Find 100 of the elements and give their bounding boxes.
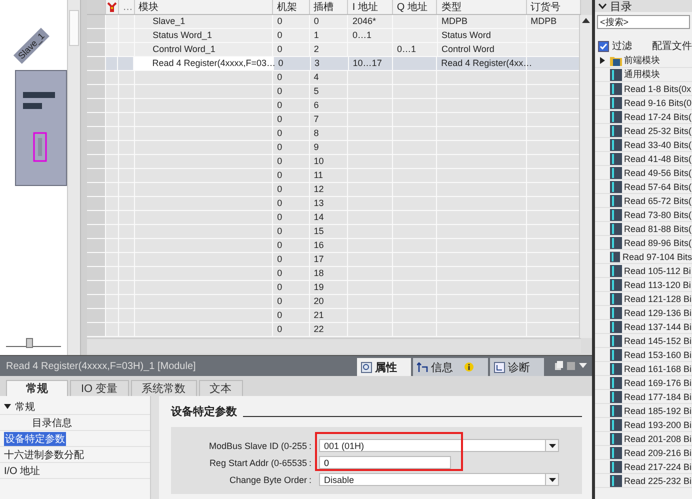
catalog-item[interactable]: Read 33-40 Bits( <box>595 138 692 152</box>
catalog-item[interactable]: Read 73-80 Bits( <box>595 208 692 222</box>
catalog-item[interactable]: Read 145-152 Bi <box>595 334 692 348</box>
table-row[interactable]: Status Word_1 0 1 0…1 Status Word <box>86 29 581 43</box>
input-field[interactable]: 0 <box>319 456 451 469</box>
expand-arrow-icon[interactable] <box>600 57 605 64</box>
table-row[interactable]: 0 17 <box>86 253 581 267</box>
catalog-item[interactable]: Read 217-224 Bi <box>595 460 692 474</box>
catalog-item[interactable]: Read 169-176 Bi <box>595 376 692 390</box>
catalog-item[interactable]: Read 89-96 Bits( <box>595 236 692 250</box>
catalog-item[interactable]: Read 41-48 Bits( <box>595 152 692 166</box>
nav-item[interactable]: 目录信息 <box>32 416 72 430</box>
catalog-item[interactable]: Read 97-104 Bits <box>595 250 692 264</box>
scroll-up-icon[interactable] <box>582 18 590 23</box>
view-tab[interactable]: 信息 <box>413 358 488 376</box>
catalog-item[interactable]: Read 17-24 Bits( <box>595 110 692 124</box>
table-row[interactable]: 0 8 <box>86 127 581 141</box>
column-header[interactable]: I 地址 <box>348 0 393 14</box>
table-row[interactable]: 0 7 <box>86 113 581 127</box>
catalog-item[interactable]: Read 57-64 Bits( <box>595 180 692 194</box>
table-row[interactable]: 0 6 <box>86 99 581 113</box>
tab[interactable]: IO 变量 <box>70 380 129 397</box>
catalog-item[interactable]: 前端模块 <box>595 54 692 68</box>
dropdown[interactable]: 001 (01H) <box>319 439 559 452</box>
table-row[interactable]: 0 22 <box>86 323 581 337</box>
table-row[interactable]: 0 16 <box>86 239 581 253</box>
view-tab[interactable]: 属性 <box>357 358 411 376</box>
table-row[interactable]: 0 13 <box>86 197 581 211</box>
catalog-item[interactable]: Read 105-112 Bi <box>595 264 692 278</box>
row-header[interactable] <box>86 0 106 14</box>
column-header[interactable]: 类型 <box>437 0 527 14</box>
nav-item[interactable]: 十六进制参数分配 <box>4 448 84 462</box>
window-controls-icon[interactable] <box>554 361 588 371</box>
table-cell: Slave_1 <box>134 15 274 28</box>
filter-checkbox[interactable] <box>598 40 609 52</box>
nav-item[interactable]: 设备特定参数 <box>4 432 66 446</box>
catalog-item[interactable]: Read 129-136 Bi <box>595 306 692 320</box>
catalog-item[interactable]: Read 193-200 Bi <box>595 418 692 432</box>
nav-item[interactable]: I/O 地址 <box>4 464 40 478</box>
table-row[interactable]: 0 18 <box>86 267 581 281</box>
catalog-item[interactable]: Read 209-216 Bi <box>595 446 692 460</box>
catalog-item[interactable]: Read 225-232 Bi <box>595 474 692 488</box>
table-row[interactable]: 0 5 <box>86 85 581 99</box>
catalog-item[interactable]: Read 185-192 Bi <box>595 404 692 418</box>
catalog-item[interactable]: Read 25-32 Bits( <box>595 124 692 138</box>
column-header[interactable]: … <box>118 0 135 14</box>
table-row[interactable]: 0 15 <box>86 225 581 239</box>
device-drawing[interactable] <box>15 70 67 186</box>
column-header[interactable]: 模块 <box>134 0 274 14</box>
table-row[interactable]: Read 4 Register(4xxxx,F=03… 0 3 10…17 Read 4 Register(4xx… <box>86 57 581 71</box>
table-row[interactable]: 0 11 <box>86 169 581 183</box>
table-row[interactable]: 0 20 <box>86 295 581 309</box>
catalog-item[interactable]: Read 161-168 Bi <box>595 362 692 376</box>
table-cell: 0 <box>273 169 310 182</box>
caret-icon[interactable] <box>4 403 11 410</box>
view-tab[interactable]: 诊断 <box>490 358 544 376</box>
catalog-item[interactable]: Read 201-208 Bi <box>595 432 692 446</box>
scrollbar[interactable] <box>86 338 581 353</box>
table-row[interactable]: 0 19 <box>86 281 581 295</box>
catalog-item[interactable]: Read 177-184 Bi <box>595 390 692 404</box>
column-header[interactable]: 插槽 <box>310 0 348 14</box>
folder-icon <box>610 55 622 66</box>
splitter[interactable] <box>81 0 87 355</box>
table-row[interactable]: 0 14 <box>86 211 581 225</box>
zoom-slider[interactable] <box>6 338 61 347</box>
nav-item[interactable]: 常规 <box>15 400 35 414</box>
catalog-item[interactable]: Read 113-120 Bi <box>595 278 692 292</box>
panel-title: 目录 <box>610 0 632 14</box>
catalog-item[interactable]: Read 137-144 Bi <box>595 320 692 334</box>
table-row[interactable]: Slave_1 0 0 2046* MDPB MDPB <box>86 15 581 29</box>
tab[interactable]: 文本 <box>198 380 243 397</box>
scrollbar[interactable] <box>67 0 80 355</box>
dropdown[interactable]: Disable <box>319 473 559 486</box>
module-icon <box>610 166 622 178</box>
catalog-item[interactable]: Read 65-72 Bits( <box>595 194 692 208</box>
tab[interactable]: 系统常数 <box>130 380 197 397</box>
scrollbar[interactable] <box>579 15 592 338</box>
catalog-item[interactable]: Read 121-128 Bi <box>595 292 692 306</box>
table-row[interactable]: 0 12 <box>86 183 581 197</box>
module-icon <box>610 334 622 346</box>
tab[interactable]: 常规 <box>6 380 68 397</box>
table-row[interactable]: 0 9 <box>86 141 581 155</box>
module-icon <box>610 418 622 430</box>
column-header[interactable]: 订货号 <box>526 0 581 14</box>
catalog-item[interactable]: Read 9-16 Bits(0 <box>595 96 692 110</box>
catalog-item[interactable]: Read 49-56 Bits( <box>595 166 692 180</box>
column-header[interactable]: Q 地址 <box>392 0 438 14</box>
table-row[interactable]: 0 21 <box>86 309 581 323</box>
table-row[interactable]: Control Word_1 0 2 0…1 Control Word <box>86 43 581 57</box>
column-header[interactable]: 机架 <box>273 0 310 14</box>
catalog-item[interactable]: 通用模块 <box>595 68 692 82</box>
table-row[interactable]: 0 10 <box>86 155 581 169</box>
collapse-icon[interactable] <box>598 3 607 9</box>
table-row[interactable]: 0 4 <box>86 71 581 85</box>
slider-thumb[interactable] <box>26 338 33 348</box>
catalog-item[interactable]: Read 1-8 Bits(0x <box>595 82 692 96</box>
scrollbar[interactable] <box>150 396 159 499</box>
search-field[interactable]: <搜索> <box>597 15 690 29</box>
catalog-item[interactable]: Read 153-160 Bi <box>595 348 692 362</box>
catalog-item[interactable]: Read 81-88 Bits( <box>595 222 692 236</box>
